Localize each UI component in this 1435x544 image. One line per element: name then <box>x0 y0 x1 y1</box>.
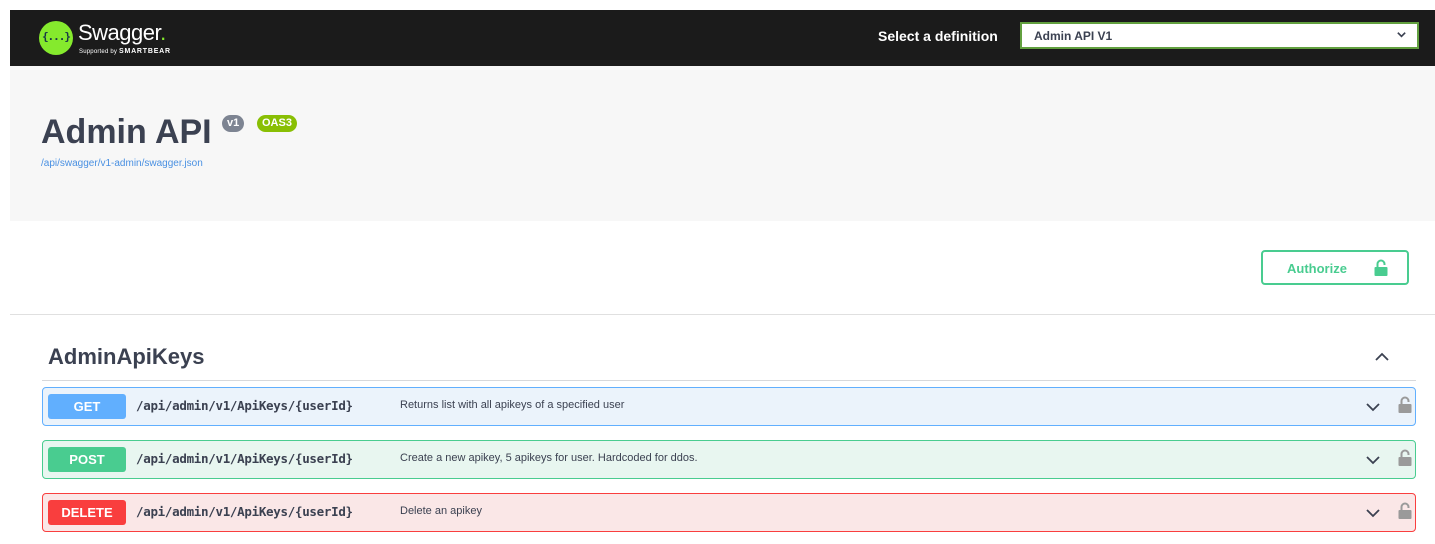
logo-subtitle: Supported by SMARTBEAR <box>79 48 171 55</box>
definition-select-value: Admin API V1 <box>1034 29 1113 43</box>
operation-path: /api/admin/v1/ApiKeys/{userId} <box>136 398 353 413</box>
logo-sub-brand: SMARTBEAR <box>118 48 171 55</box>
tag-title[interactable]: AdminApiKeys <box>48 344 204 370</box>
lock-icon[interactable] <box>1398 449 1412 467</box>
oas-badge: OAS3 <box>257 115 297 132</box>
definition-select[interactable]: Admin API V1 <box>1020 22 1419 49</box>
logo-icon-glyph: {...} <box>41 30 71 43</box>
api-title: Admin API <box>41 113 212 151</box>
chevron-down-icon[interactable] <box>1365 507 1381 519</box>
logo-title[interactable]: Swagger. <box>78 20 166 46</box>
logo-title-dot: . <box>160 20 166 45</box>
method-badge: POST <box>48 447 126 472</box>
chevron-down-icon <box>1397 32 1406 38</box>
method-badge: GET <box>48 394 126 419</box>
version-badge: v1 <box>222 115 245 132</box>
api-info: Admin API v1 OAS3 /api/swagger/v1-admin/… <box>10 66 1435 221</box>
operation-summary: Returns list with all apikeys of a speci… <box>400 399 625 411</box>
logo-title-text: Swagger <box>78 20 161 45</box>
authorize-button[interactable]: Authorize <box>1261 250 1409 285</box>
unlock-icon <box>1374 259 1388 276</box>
operation-summary: Delete an apikey <box>400 505 482 517</box>
operation-post[interactable]: POST /api/admin/v1/ApiKeys/{userId} Crea… <box>42 440 1416 479</box>
operation-path: /api/admin/v1/ApiKeys/{userId} <box>136 504 353 519</box>
method-badge: DELETE <box>48 500 126 525</box>
operation-get[interactable]: GET /api/admin/v1/ApiKeys/{userId} Retur… <box>42 387 1416 426</box>
lock-icon[interactable] <box>1398 396 1412 414</box>
topbar: {...} Swagger. Supported by SMARTBEAR Se… <box>10 10 1435 66</box>
definition-select-label: Select a definition <box>878 28 998 44</box>
operation-summary: Create a new apikey, 5 apikeys for user.… <box>400 452 698 464</box>
authorize-label: Authorize <box>1287 261 1347 276</box>
logo-sub-prefix: Supported by <box>79 49 119 55</box>
operation-path: /api/admin/v1/ApiKeys/{userId} <box>136 451 353 466</box>
lock-icon[interactable] <box>1398 502 1412 520</box>
spec-url-link[interactable]: /api/swagger/v1-admin/swagger.json <box>41 158 203 169</box>
operation-delete[interactable]: DELETE /api/admin/v1/ApiKeys/{userId} De… <box>42 493 1416 532</box>
chevron-down-icon[interactable] <box>1365 401 1381 413</box>
swagger-logo-icon[interactable]: {...} <box>39 21 73 55</box>
tag-underline <box>42 380 1416 381</box>
chevron-down-icon[interactable] <box>1365 454 1381 466</box>
section-divider <box>10 314 1435 315</box>
chevron-up-icon[interactable] <box>1373 348 1391 366</box>
swagger-ui: {...} Swagger. Supported by SMARTBEAR Se… <box>10 10 1435 544</box>
